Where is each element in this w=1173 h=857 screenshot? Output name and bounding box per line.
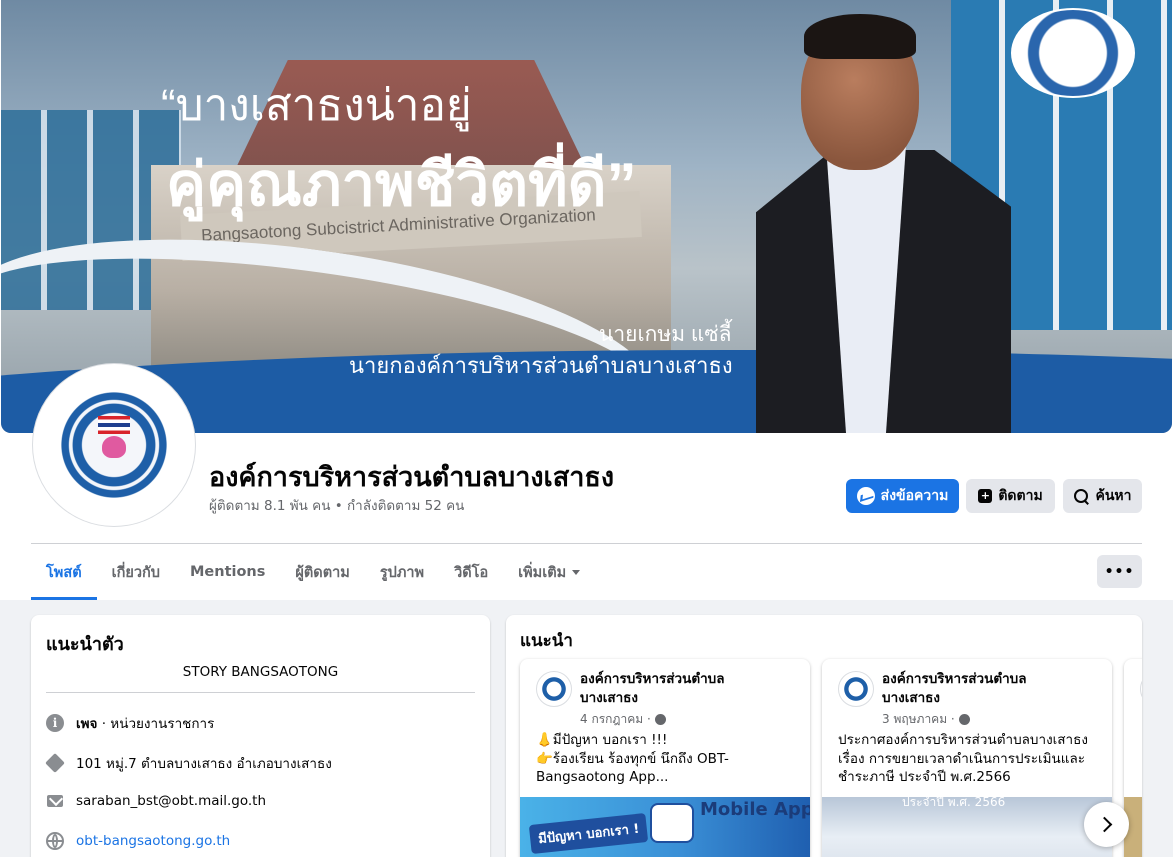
intro-email[interactable]: saraban_bst@obt.mail.go.th xyxy=(76,793,266,809)
search-icon xyxy=(1073,488,1089,504)
post-date-text[interactable]: 3 พฤษภาคม · xyxy=(882,710,955,729)
post-text: ประกาศองค์การบริหารส่วนตำบลบางเสาธง เรื่… xyxy=(838,732,1088,785)
messenger-icon xyxy=(856,487,875,505)
post-text: 👃มีปัญหา บอกเรา !!! 👉ร้องเรียน ร้องทุกข์… xyxy=(536,732,729,785)
cover-quote-line2: คู่คุณภาพชีวิตที่ดี” xyxy=(166,151,637,218)
category-name: · หน่วยงานราชการ xyxy=(97,716,215,732)
profile-avatar[interactable] xyxy=(33,364,195,526)
intro-title: แนะนำตัว xyxy=(46,634,124,655)
intro-divider xyxy=(46,692,475,693)
tab-more-label: เพิ่มเติม xyxy=(518,564,567,581)
send-message-label: ส่งข้อความ xyxy=(880,488,949,504)
tab-more[interactable]: เพิ่มเติม xyxy=(503,544,595,600)
intro-email-row: saraban_bst@obt.mail.go.th xyxy=(46,792,475,810)
intro-bio: STORY BANGSAOTONG xyxy=(182,664,339,680)
cover-person xyxy=(756,0,1016,433)
post-image-caption: ประจำปี พ.ศ. 2566 xyxy=(902,795,1006,809)
cover-person-title: นายกองค์การบริหารส่วนตำบลบางเสาธง xyxy=(349,353,733,378)
page-header: Bangsaotong Subcistrict Administrative O… xyxy=(0,0,1173,600)
globe-icon xyxy=(46,832,64,850)
featured-post[interactable]: องค์การบริหารส่วนตำบลบางเสาธง 4 กรกฎาคม … xyxy=(520,659,810,857)
cover-quote-line1: “บางเสาธงน่าอยู่ xyxy=(161,81,472,130)
post-image[interactable]: ประจำปี พ.ศ. 2566 xyxy=(822,795,1112,857)
featured-title: แนะนำ xyxy=(520,631,573,651)
tab-posts[interactable]: โพสต์ xyxy=(31,544,97,600)
category-type: เพจ xyxy=(76,716,98,732)
cover-photo[interactable]: Bangsaotong Subcistrict Administrative O… xyxy=(1,0,1172,433)
info-icon: i xyxy=(46,714,64,732)
carousel-next-button[interactable] xyxy=(1084,802,1129,847)
intro-website-link[interactable]: obt-bangsaotong.go.th xyxy=(76,833,230,849)
person-hair xyxy=(804,14,916,59)
post-author-avatar[interactable] xyxy=(838,671,874,707)
organization-seal-icon xyxy=(42,386,186,504)
chevron-right-icon xyxy=(1096,816,1113,833)
follow-label: ติดตาม xyxy=(998,488,1043,504)
intro-website-row: obt-bangsaotong.go.th xyxy=(46,832,475,850)
post-author-name[interactable]: องค์การบริหารส่วนตำบลบางเสาธง xyxy=(882,670,1072,708)
featured-post[interactable]: องค์การบริหารส่วนตำบลบางเสาธง 3 พฤษภาคม … xyxy=(822,659,1112,857)
public-globe-icon xyxy=(654,714,666,725)
post-author-avatar[interactable] xyxy=(536,671,572,707)
post-date: 3 พฤษภาคม · xyxy=(882,710,970,729)
featured-card: แนะนำ องค์การบริหารส่วนตำบลบางเสาธง 4 กร… xyxy=(506,615,1142,857)
post-date-text[interactable]: 4 กรกฎาคม · xyxy=(580,710,651,729)
search-label: ค้นหา xyxy=(1095,488,1132,504)
intro-category: เพจ · หน่วยงานราชการ xyxy=(76,712,214,734)
post-author-name[interactable]: องค์การบริหารส่วนตำบลบางเสาธง xyxy=(580,670,770,708)
send-message-button[interactable]: ส่งข้อความ xyxy=(846,479,959,513)
email-icon xyxy=(46,792,64,810)
caret-down-icon xyxy=(572,569,581,575)
cover-logo-seal xyxy=(1011,8,1135,98)
tab-followers[interactable]: ผู้ติดตาม xyxy=(280,544,364,600)
follow-button[interactable]: + ติดตาม xyxy=(966,479,1055,513)
intro-address: 101 หมู่.7 ตำบลบางเสาธง อำเภอบางเสาธง xyxy=(76,756,332,772)
intro-card: แนะนำตัว STORY BANGSAOTONG i เพจ · หน่วย… xyxy=(31,615,490,857)
post-image-logo xyxy=(650,803,694,843)
more-options-button[interactable]: ••• xyxy=(1097,555,1142,588)
follower-stats[interactable]: ผู้ติดตาม 8.1 พัน คน • กำลังติดตาม 52 คน xyxy=(209,494,464,516)
public-globe-icon xyxy=(958,714,970,725)
post-image-tag: มีปัญหา บอกเรา ! xyxy=(528,812,649,855)
tab-videos[interactable]: วิดีโอ xyxy=(439,544,503,600)
post-image[interactable]: มีปัญหา บอกเรา ! Mobile App xyxy=(520,797,810,857)
post-date: 4 กรกฎาคม · xyxy=(580,710,666,729)
post-author-avatar xyxy=(1140,671,1142,707)
intro-address-row: 101 หมู่.7 ตำบลบางเสาธง อำเภอบางเสาธง xyxy=(45,752,475,774)
tab-about[interactable]: เกี่ยวกับ xyxy=(97,544,175,600)
page-title: องค์การบริหารส่วนตำบลบางเสาธง xyxy=(209,462,615,493)
directions-icon xyxy=(45,753,65,773)
post-image-title: Mobile App xyxy=(700,799,810,820)
intro-category-row: i เพจ · หน่วยงานราชการ xyxy=(46,712,475,734)
follow-plus-icon: + xyxy=(978,489,993,503)
tab-mentions[interactable]: Mentions xyxy=(175,544,280,600)
page-tabs: โพสต์ เกี่ยวกับ Mentions ผู้ติดตาม รูปภา… xyxy=(31,544,595,600)
search-button[interactable]: ค้นหา xyxy=(1063,479,1142,513)
cover-person-name: นายเกษม แซ่ลี้ xyxy=(599,323,732,346)
tab-photos[interactable]: รูปภาพ xyxy=(365,544,439,600)
